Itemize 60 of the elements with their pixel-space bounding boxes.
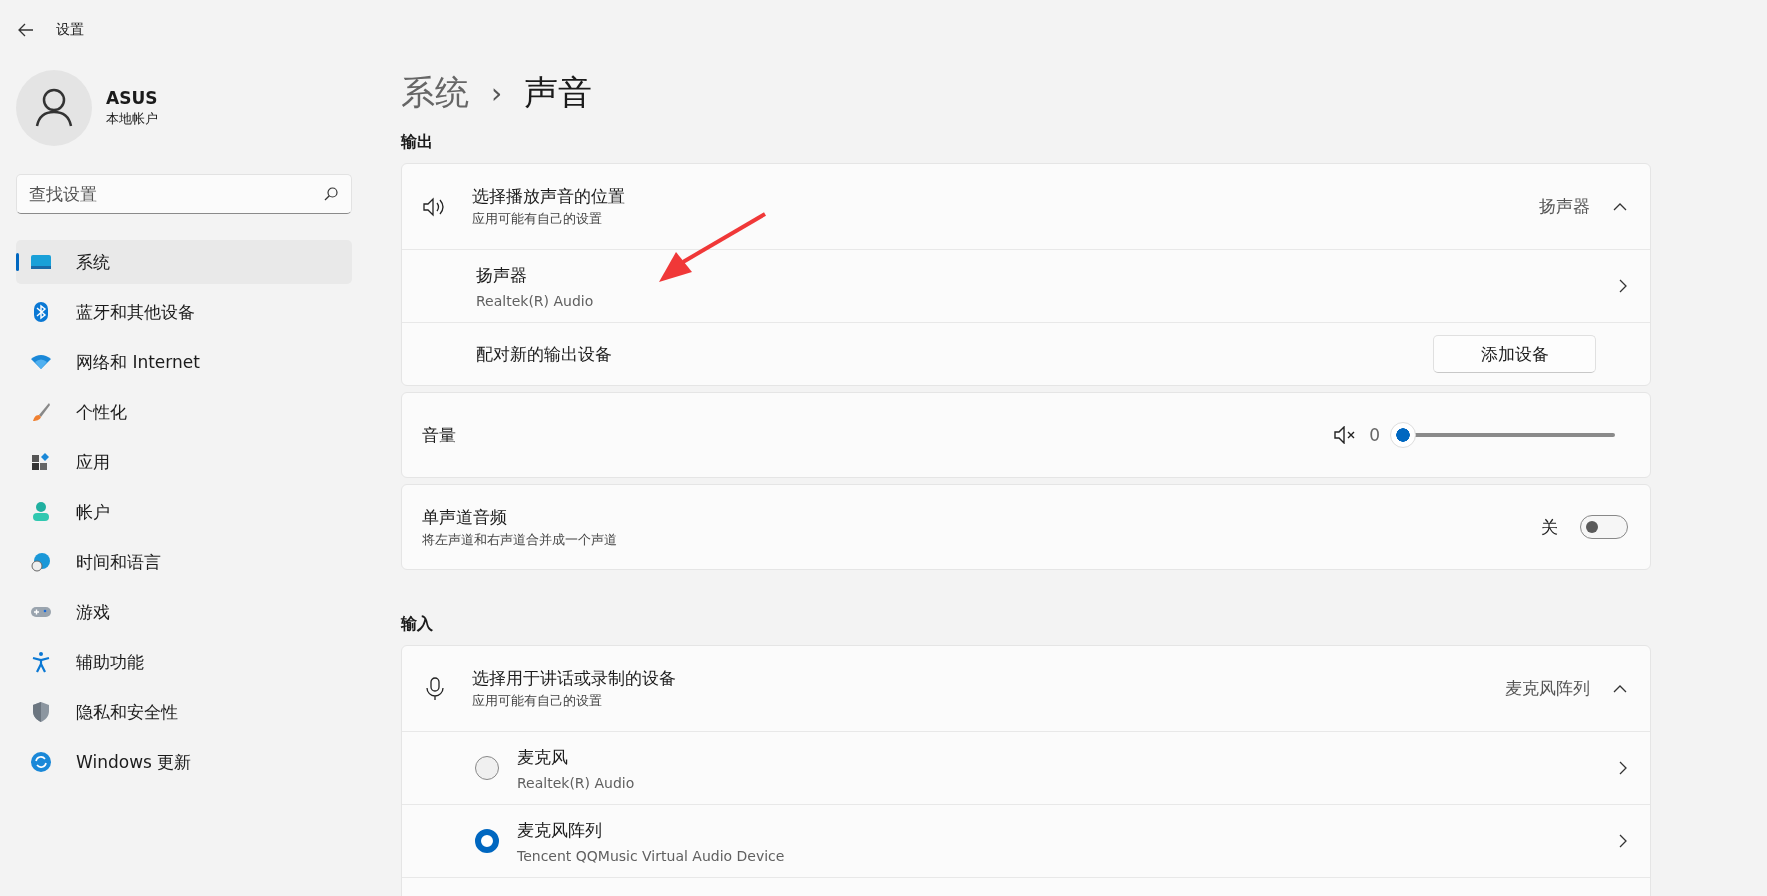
- avatar-icon: [16, 70, 92, 146]
- row-subtitle: 应用可能有自己的设置: [472, 210, 603, 228]
- device-detail: Tencent QQMusic Virtual Audio Device: [517, 847, 786, 864]
- account-type: 本地帐户: [106, 110, 158, 128]
- device-name: 麦克风阵列: [517, 818, 603, 842]
- volume-reading: 0: [1369, 425, 1380, 445]
- input-device-header[interactable]: 选择用于讲话或录制的设备 应用可能有自己的设置 麦克风阵列: [402, 646, 1650, 731]
- device-detail: Realtek(R) Audio: [517, 774, 636, 791]
- slider-thumb[interactable]: [1390, 422, 1416, 448]
- globe-clock-icon: [30, 551, 52, 573]
- search-field[interactable]: 查找设置: [16, 174, 352, 214]
- sidebar-item[interactable]: Windows 更新: [16, 740, 352, 784]
- sidebar-item[interactable]: 游戏: [16, 590, 352, 634]
- chevron-right-icon: [1618, 760, 1628, 776]
- sidebar-item[interactable]: 时间和语言: [16, 540, 352, 584]
- search-icon: [324, 187, 338, 201]
- pair-device-label: 配对新的输出设备: [476, 342, 613, 366]
- chevron-right-icon: [1618, 278, 1628, 294]
- sidebar-item[interactable]: 隐私和安全性: [16, 690, 352, 734]
- row-subtitle: 应用可能有自己的设置: [472, 692, 603, 710]
- sidebar-item[interactable]: 个性化: [16, 390, 352, 434]
- sidebar-item[interactable]: 蓝牙和其他设备: [16, 290, 352, 334]
- toggle-switch[interactable]: [1580, 515, 1628, 539]
- person-icon: [30, 501, 52, 523]
- brush-icon: [30, 401, 52, 423]
- update-icon: [30, 751, 52, 773]
- row-subtitle: 将左声道和右声道合并成一个声道: [422, 530, 618, 549]
- row-title: 选择用于讲话或录制的设备: [472, 667, 677, 690]
- section-heading: 输入: [401, 614, 434, 635]
- device-name: 麦克风: [517, 745, 569, 769]
- sidebar-item[interactable]: 系统: [16, 240, 352, 284]
- accessibility-icon: [30, 651, 52, 673]
- sidebar-item[interactable]: 辅助功能: [16, 640, 352, 684]
- account-name: ASUS: [106, 88, 158, 108]
- apps-icon: [30, 451, 52, 473]
- radio-button[interactable]: [475, 756, 499, 780]
- breadcrumb-parent[interactable]: 系统: [401, 70, 469, 116]
- row-title: 选择播放声音的位置: [472, 185, 626, 208]
- sidebar-item[interactable]: 帐户: [16, 490, 352, 534]
- radio-button[interactable]: [475, 829, 499, 853]
- toggle-state-label: 关: [1541, 515, 1558, 539]
- selected-device-value: 麦克风阵列: [1505, 677, 1590, 700]
- device-detail: Realtek(R) Audio: [476, 292, 595, 309]
- section-heading: 输出: [401, 132, 434, 153]
- device-name: 扬声器: [476, 263, 528, 287]
- sidebar-item[interactable]: 网络和 Internet: [16, 340, 352, 384]
- window-title: 设置: [56, 21, 84, 39]
- row-title: 单声道音频: [422, 505, 508, 529]
- breadcrumb-separator: ›: [491, 76, 503, 110]
- output-device-header[interactable]: 选择播放声音的位置 应用可能有自己的设置 扬声器: [402, 164, 1650, 249]
- sidebar-item[interactable]: 应用: [16, 440, 352, 484]
- volume-label: 音量: [422, 423, 457, 447]
- page-title: 声音: [524, 71, 593, 114]
- shield-icon: [30, 701, 52, 723]
- input-device-row[interactable]: 麦克风 Realtek(R) Audio: [402, 731, 1650, 804]
- input-device-row[interactable]: 麦克风阵列 Tencent QQMusic Virtual Audio Device: [402, 804, 1650, 877]
- chevron-right-icon: [1618, 833, 1628, 849]
- back-arrow-icon[interactable]: [18, 23, 34, 37]
- add-device-button[interactable]: 添加设备: [1433, 335, 1596, 373]
- selected-device-value: 扬声器: [1539, 195, 1590, 218]
